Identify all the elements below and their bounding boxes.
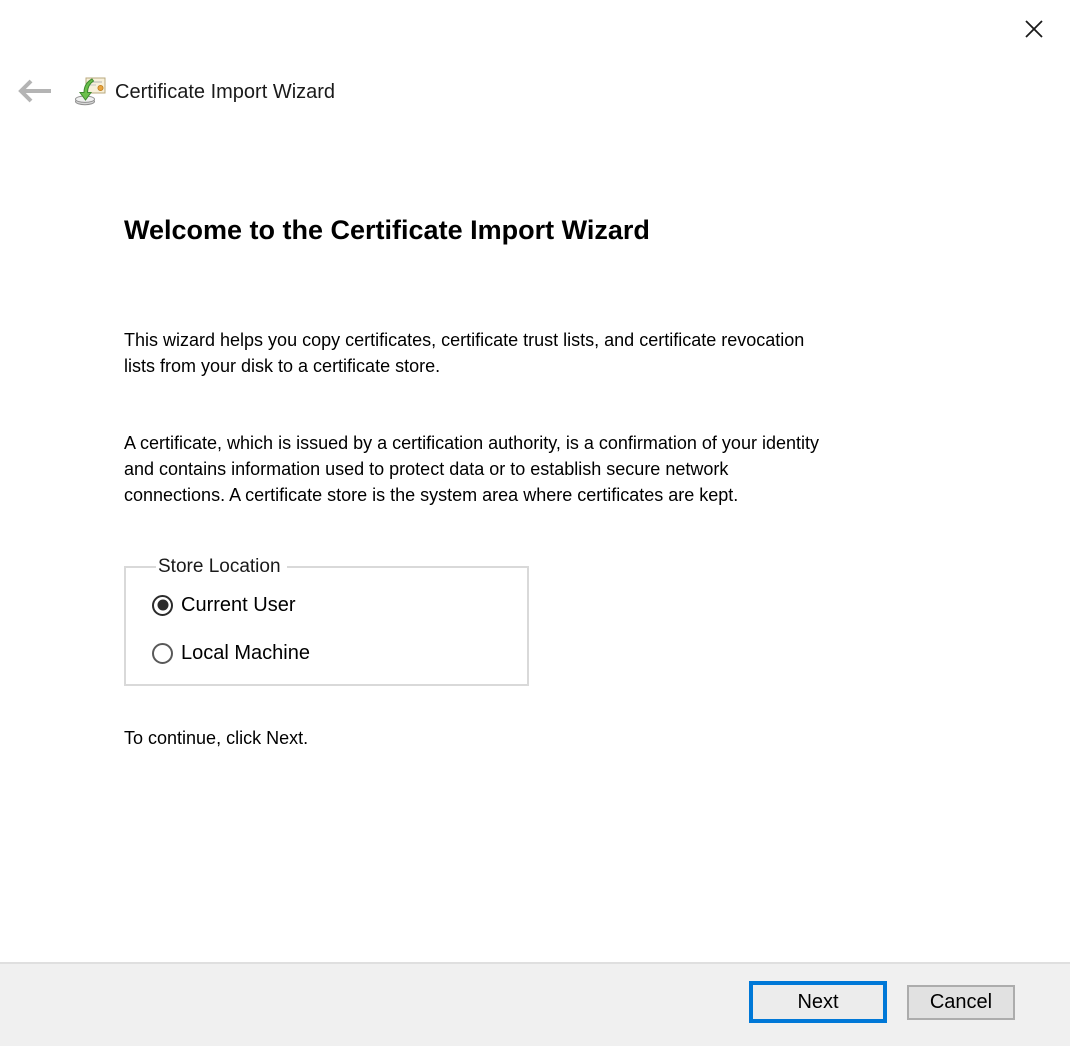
- store-location-label: Store Location: [158, 556, 281, 577]
- description-paragraph-line: A certificate, which is issued by a cert…: [124, 433, 819, 453]
- radio-current-user[interactable]: Current User: [152, 590, 527, 620]
- intro-paragraph-line: This wizard helps you copy certificates,…: [124, 330, 805, 350]
- close-button[interactable]: [1012, 10, 1056, 50]
- intro-paragraph-line: lists from your disk to a certificate st…: [124, 356, 441, 376]
- certificate-import-wizard-icon: [75, 75, 107, 107]
- intro-paragraph: This wizard helps you copy certificates,…: [124, 327, 804, 379]
- footer-bar: Next Cancel: [0, 962, 1070, 1046]
- wizard-title: Certificate Import Wizard: [115, 81, 336, 103]
- continue-hint: To continue, click Next.: [124, 728, 309, 748]
- radio-button-icon: [152, 642, 173, 664]
- page-heading: Welcome to the Certificate Import Wizard: [124, 215, 650, 245]
- radio-button-icon: [152, 594, 173, 616]
- back-button[interactable]: [14, 74, 58, 110]
- radio-local-machine[interactable]: Local Machine: [152, 638, 527, 668]
- cancel-button[interactable]: Cancel: [907, 985, 1015, 1020]
- next-button[interactable]: Next: [749, 981, 887, 1023]
- description-paragraph-line: and contains information used to protect…: [124, 459, 729, 479]
- close-icon: [1022, 17, 1046, 44]
- radio-current-user-label: Current User: [181, 593, 296, 616]
- store-location-groupbox: Store Location Current User Local Machin…: [124, 556, 529, 686]
- certificate-import-wizard-window: Certificate Import Wizard Welcome to the…: [0, 0, 1070, 1046]
- radio-local-machine-label: Local Machine: [181, 641, 310, 664]
- back-arrow-icon: [18, 78, 54, 107]
- description-paragraph-line: connections. A certificate store is the …: [124, 485, 739, 505]
- description-paragraph: A certificate, which is issued by a cert…: [124, 430, 819, 508]
